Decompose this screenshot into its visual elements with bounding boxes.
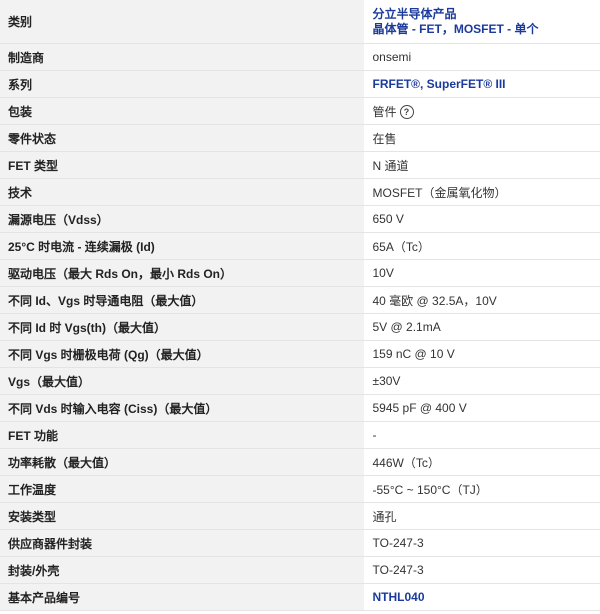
attribute-value-cell: onsemi — [364, 43, 600, 71]
attribute-label: 不同 Id 时 Vgs(th)（最大值） — [0, 313, 365, 341]
attribute-value: 650 V — [372, 212, 404, 226]
attribute-value: 446W（Tc） — [372, 455, 440, 470]
attribute-value-cell: 40 毫欧 @ 32.5A，10V — [364, 286, 600, 314]
attribute-row: 基本产品编号 NTHL040 — [0, 583, 600, 611]
attribute-label: 制造商 — [0, 43, 365, 71]
attribute-value: 管件 — [372, 104, 397, 119]
attribute-label: 供应商器件封装 — [0, 529, 365, 557]
attribute-value: 159 nC @ 10 V — [372, 347, 455, 361]
attribute-row: 零件状态 在售 — [0, 124, 600, 152]
attribute-value: 10V — [372, 266, 394, 280]
attribute-row: 包装 管件? — [0, 97, 600, 125]
help-circle-icon[interactable]: ? — [399, 105, 414, 120]
attribute-value: 通孔 — [372, 509, 397, 524]
attribute-label: 工作温度 — [0, 475, 365, 503]
attribute-label: 不同 Vds 时输入电容 (Ciss)（最大值） — [0, 394, 365, 422]
attribute-row: 不同 Id 时 Vgs(th)（最大值） 5V @ 2.1mA — [0, 313, 600, 341]
attribute-value: -55°C ~ 150°C（TJ） — [372, 482, 488, 497]
attribute-value-link[interactable]: FRFET®, SuperFET® III — [373, 77, 506, 91]
attribute-label: FET 类型 — [0, 151, 365, 179]
attribute-label: 25°C 时电流 - 连续漏极 (Id) — [0, 232, 365, 260]
attribute-row: 制造商 onsemi — [0, 43, 600, 71]
attribute-row: 不同 Vgs 时栅极电荷 (Qg)（最大值） 159 nC @ 10 V — [0, 340, 600, 368]
attribute-label: 不同 Id、Vgs 时导通电阻（最大值） — [0, 286, 365, 314]
attribute-label: Vgs（最大值） — [0, 367, 365, 395]
attribute-value-cell: 管件? — [364, 97, 600, 125]
attribute-label: 基本产品编号 — [0, 583, 365, 611]
attribute-value: 5945 pF @ 400 V — [372, 401, 467, 415]
category-link[interactable]: 晶体管 - FET，MOSFET - 单个 — [373, 22, 595, 37]
attribute-label: 类别 — [0, 0, 365, 44]
attribute-label: FET 功能 — [0, 421, 365, 449]
attribute-label: 功率耗散（最大值） — [0, 448, 365, 476]
attribute-label: 不同 Vgs 时栅极电荷 (Qg)（最大值） — [0, 340, 365, 368]
attribute-row: 驱动电压（最大 Rds On，最小 Rds On） 10V — [0, 259, 600, 287]
attribute-row: 封装/外壳 TO-247-3 — [0, 556, 600, 584]
attribute-value: TO-247-3 — [372, 536, 424, 550]
attribute-row: 工作温度 -55°C ~ 150°C（TJ） — [0, 475, 600, 503]
attribute-value-cell: 在售 — [364, 124, 600, 152]
attribute-value-cell: ±30V — [364, 367, 600, 395]
attribute-row: FET 类型 N 通道 — [0, 151, 600, 179]
attribute-label: 技术 — [0, 178, 365, 206]
attribute-row: 系列 FRFET®, SuperFET® III — [0, 70, 600, 98]
attribute-row: 安装类型 通孔 — [0, 502, 600, 530]
attribute-label: 驱动电压（最大 Rds On，最小 Rds On） — [0, 259, 365, 287]
attribute-value-cell: -55°C ~ 150°C（TJ） — [364, 475, 600, 503]
attribute-value-cell: 5945 pF @ 400 V — [364, 394, 600, 422]
product-attributes-table: 类别 分立半导体产品 晶体管 - FET，MOSFET - 单个 制造商 onsemi 系… — [0, 0, 600, 611]
attribute-value-cell: FRFET®, SuperFET® III — [364, 70, 600, 98]
category-links: 分立半导体产品 晶体管 - FET，MOSFET - 单个 — [373, 7, 595, 37]
attribute-value: 在售 — [372, 131, 397, 146]
attribute-label: 系列 — [0, 70, 365, 98]
attribute-row: 25°C 时电流 - 连续漏极 (Id) 65A（Tc） — [0, 232, 600, 260]
category-link[interactable]: 分立半导体产品 — [373, 7, 595, 22]
attribute-value: N 通道 — [372, 158, 409, 173]
attribute-value-cell: 446W（Tc） — [364, 448, 600, 476]
attribute-value-cell: 分立半导体产品 晶体管 - FET，MOSFET - 单个 — [364, 0, 600, 44]
attribute-value: onsemi — [372, 50, 412, 64]
attribute-value-cell: MOSFET（金属氧化物） — [364, 178, 600, 206]
product-attributes-body: 类别 分立半导体产品 晶体管 - FET，MOSFET - 单个 制造商 onsemi 系… — [0, 0, 600, 611]
attribute-value: 65A（Tc） — [372, 239, 430, 254]
attribute-value-cell: 159 nC @ 10 V — [364, 340, 600, 368]
attribute-value: TO-247-3 — [372, 563, 424, 577]
attribute-value-cell: 5V @ 2.1mA — [364, 313, 600, 341]
attribute-value-cell: 650 V — [364, 205, 600, 233]
attribute-value-cell: NTHL040 — [364, 583, 600, 611]
attribute-row: 功率耗散（最大值） 446W（Tc） — [0, 448, 600, 476]
attribute-row: FET 功能 - — [0, 421, 600, 449]
attribute-value-cell: - — [364, 421, 600, 449]
attribute-row: 不同 Vds 时输入电容 (Ciss)（最大值） 5945 pF @ 400 V — [0, 394, 600, 422]
attribute-label: 漏源电压（Vdss） — [0, 205, 365, 233]
attribute-value: - — [372, 428, 377, 442]
attribute-label: 封装/外壳 — [0, 556, 365, 584]
attribute-row: 类别 分立半导体产品 晶体管 - FET，MOSFET - 单个 — [0, 0, 600, 44]
attribute-label: 包装 — [0, 97, 365, 125]
attribute-value: 40 毫欧 @ 32.5A，10V — [372, 293, 497, 308]
attribute-row: 漏源电压（Vdss） 650 V — [0, 205, 600, 233]
attribute-value: 5V @ 2.1mA — [372, 320, 441, 334]
attribute-row: 不同 Id、Vgs 时导通电阻（最大值） 40 毫欧 @ 32.5A，10V — [0, 286, 600, 314]
attribute-row: 供应商器件封装 TO-247-3 — [0, 529, 600, 557]
attribute-value: ±30V — [372, 374, 401, 388]
attribute-row: 技术 MOSFET（金属氧化物） — [0, 178, 600, 206]
attribute-value-cell: 65A（Tc） — [364, 232, 600, 260]
attribute-value-cell: 10V — [364, 259, 600, 287]
attribute-label: 安装类型 — [0, 502, 365, 530]
attribute-label: 零件状态 — [0, 124, 365, 152]
attribute-value: MOSFET（金属氧化物） — [372, 185, 507, 200]
attribute-value-link[interactable]: NTHL040 — [373, 590, 425, 604]
attribute-value-cell: N 通道 — [364, 151, 600, 179]
attribute-value-cell: TO-247-3 — [364, 529, 600, 557]
attribute-value-cell: TO-247-3 — [364, 556, 600, 584]
attribute-value-cell: 通孔 — [364, 502, 600, 530]
attribute-row: Vgs（最大值） ±30V — [0, 367, 600, 395]
